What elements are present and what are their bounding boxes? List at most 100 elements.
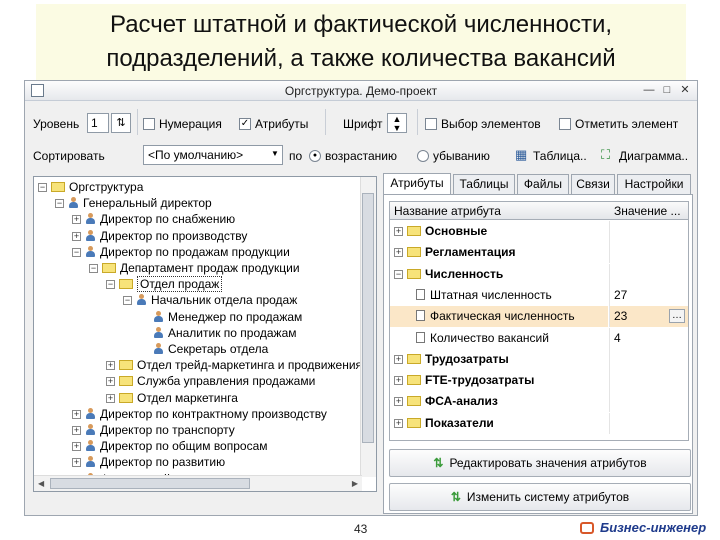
tab-attributes[interactable]: Атрибуты: [383, 173, 451, 195]
expand-icon[interactable]: +: [106, 393, 115, 403]
minimize-button[interactable]: —: [641, 83, 657, 97]
tree-horizontal-scrollbar[interactable]: ◀ ▶: [34, 475, 362, 491]
tree-item[interactable]: + Директор по общим вопросам: [72, 438, 268, 454]
collapse-icon[interactable]: −: [55, 199, 64, 209]
chevron-down-icon[interactable]: ▼: [271, 149, 279, 158]
scroll-left-icon[interactable]: ◀: [38, 479, 44, 488]
tree-item[interactable]: − Начальник отдела продаж: [123, 292, 297, 308]
attribute-value-cell[interactable]: 23…: [609, 306, 688, 328]
tree-item[interactable]: − Оргструктура: [38, 179, 143, 195]
collapse-icon[interactable]: −: [89, 264, 98, 273]
expand-icon[interactable]: +: [394, 227, 403, 236]
tree-item[interactable]: − Директор по продажам продукции: [72, 244, 290, 260]
attribute-value-cell[interactable]: 27: [609, 284, 688, 306]
attribute-row[interactable]: + ФСА-анализ: [390, 391, 688, 413]
folder-icon: [119, 392, 133, 403]
tree-item[interactable]: − Отдел продаж: [106, 276, 223, 293]
attribute-row[interactable]: − Численность: [390, 263, 688, 285]
attribute-name-cell: + FTE-трудозатраты: [390, 370, 608, 391]
attribute-value-cell[interactable]: [609, 391, 688, 413]
table-button[interactable]: Таблица..: [533, 149, 587, 163]
tree-item[interactable]: − Департамент продаж продукции: [89, 260, 300, 276]
attributes-grid[interactable]: Название атрибута Значение ... + Основные…: [389, 201, 689, 441]
attribute-row[interactable]: Фактическая численность 23…: [390, 306, 688, 328]
numbering-checkbox[interactable]: [143, 118, 155, 130]
maximize-button[interactable]: □: [659, 83, 675, 97]
column-header-name[interactable]: Название атрибута: [394, 204, 501, 218]
desc-radio[interactable]: [417, 150, 429, 162]
tree-item-label: Директор по снабжению: [100, 212, 236, 227]
tree-vertical-scrollbar[interactable]: [360, 177, 376, 477]
attribute-value-cell[interactable]: [609, 242, 688, 264]
expand-icon[interactable]: +: [106, 377, 115, 387]
tree-item[interactable]: + Директор по контрактному производству: [72, 406, 327, 422]
attribute-row[interactable]: Штатная численность 27: [390, 284, 688, 306]
expand-icon[interactable]: +: [394, 376, 403, 386]
tree-item[interactable]: + Отдел трейд-маркетинга и продвижения: [106, 357, 362, 373]
level-spinner-icon[interactable]: ⇅: [111, 113, 131, 133]
expand-icon[interactable]: +: [106, 361, 115, 371]
tree-item[interactable]: + Служба управления продажами: [106, 373, 315, 389]
diagram-button[interactable]: Диаграмма..: [619, 149, 688, 163]
attribute-value-cell[interactable]: [609, 221, 688, 242]
sort-select[interactable]: <По умолчанию>: [143, 145, 283, 165]
expand-icon[interactable]: +: [72, 231, 81, 241]
collapse-icon[interactable]: −: [72, 247, 81, 257]
tree-item[interactable]: Аналитик по продажам: [140, 325, 297, 341]
collapse-icon[interactable]: −: [38, 183, 47, 192]
ellipsis-button[interactable]: …: [669, 309, 685, 324]
tree-item[interactable]: − Генеральный директор: [55, 195, 212, 211]
tab-settings[interactable]: Настройки: [617, 174, 691, 194]
tree-item[interactable]: + Директор по развитию: [72, 454, 225, 470]
close-button[interactable]: ✕: [677, 83, 693, 97]
collapse-icon[interactable]: −: [106, 280, 115, 290]
tree-item[interactable]: + Директор по транспорту: [72, 422, 235, 438]
font-size-spinner-icon[interactable]: ▲ ▼: [387, 113, 407, 133]
tab-links[interactable]: Связи: [571, 174, 615, 194]
attribute-row[interactable]: Количество вакансий 4: [390, 327, 688, 349]
scroll-right-icon[interactable]: ▶: [352, 479, 358, 488]
collapse-icon[interactable]: −: [123, 296, 132, 306]
expand-icon[interactable]: +: [394, 418, 403, 428]
expand-icon[interactable]: +: [394, 354, 403, 364]
change-attribute-system-button[interactable]: ⇅ Изменить систему атрибутов: [389, 483, 691, 511]
attribute-value-cell[interactable]: 4: [609, 327, 688, 349]
attribute-value-cell[interactable]: [609, 348, 688, 370]
tree-item[interactable]: Секретарь отдела: [140, 341, 268, 357]
attributes-checkbox[interactable]: ✓: [239, 118, 251, 130]
select-elements-checkbox[interactable]: [425, 118, 437, 130]
expand-icon[interactable]: +: [394, 248, 403, 258]
asc-radio[interactable]: ●: [309, 150, 321, 162]
edit-attributes-button[interactable]: ⇅ Редактировать значения атрибутов: [389, 449, 691, 477]
attribute-row[interactable]: + Регламентация: [390, 242, 688, 264]
collapse-icon[interactable]: −: [394, 269, 403, 279]
tab-tables[interactable]: Таблицы: [453, 174, 515, 194]
tree-item[interactable]: Менеджер по продажам: [140, 309, 302, 325]
tree-item[interactable]: + Директор по снабжению: [72, 211, 235, 227]
folder-icon: [407, 375, 421, 386]
tree-scroll-thumb[interactable]: [362, 193, 374, 443]
expand-icon[interactable]: +: [394, 397, 403, 407]
attribute-value-cell[interactable]: [609, 412, 688, 434]
attribute-row[interactable]: + Основные: [390, 221, 688, 242]
expand-icon[interactable]: +: [72, 215, 81, 225]
attribute-row[interactable]: + FTE-трудозатраты: [390, 370, 688, 392]
expand-icon[interactable]: +: [72, 458, 81, 468]
tree-item[interactable]: + Директор по производству: [72, 228, 247, 244]
expand-icon[interactable]: +: [72, 426, 81, 435]
level-input[interactable]: 1: [87, 113, 109, 133]
tree-hscroll-thumb[interactable]: [50, 478, 250, 489]
expand-icon[interactable]: +: [72, 409, 81, 419]
tree-item[interactable]: + Отдел маркетинга: [106, 390, 238, 406]
mark-element-checkbox[interactable]: [559, 118, 571, 130]
expand-icon[interactable]: +: [72, 442, 81, 452]
attribute-value: 27: [614, 287, 628, 302]
attribute-row[interactable]: + Трудозатраты: [390, 348, 688, 370]
tab-files[interactable]: Файлы: [517, 174, 569, 194]
attribute-row[interactable]: + Показатели: [390, 412, 688, 434]
column-header-value[interactable]: Значение ...: [614, 204, 681, 218]
attribute-value-cell[interactable]: [609, 370, 688, 392]
grid-header: Название атрибута Значение ...: [390, 202, 688, 220]
org-tree[interactable]: − Оргструктура − Генеральный директор + Дирек…: [33, 176, 377, 492]
attribute-value-cell[interactable]: [609, 263, 688, 285]
